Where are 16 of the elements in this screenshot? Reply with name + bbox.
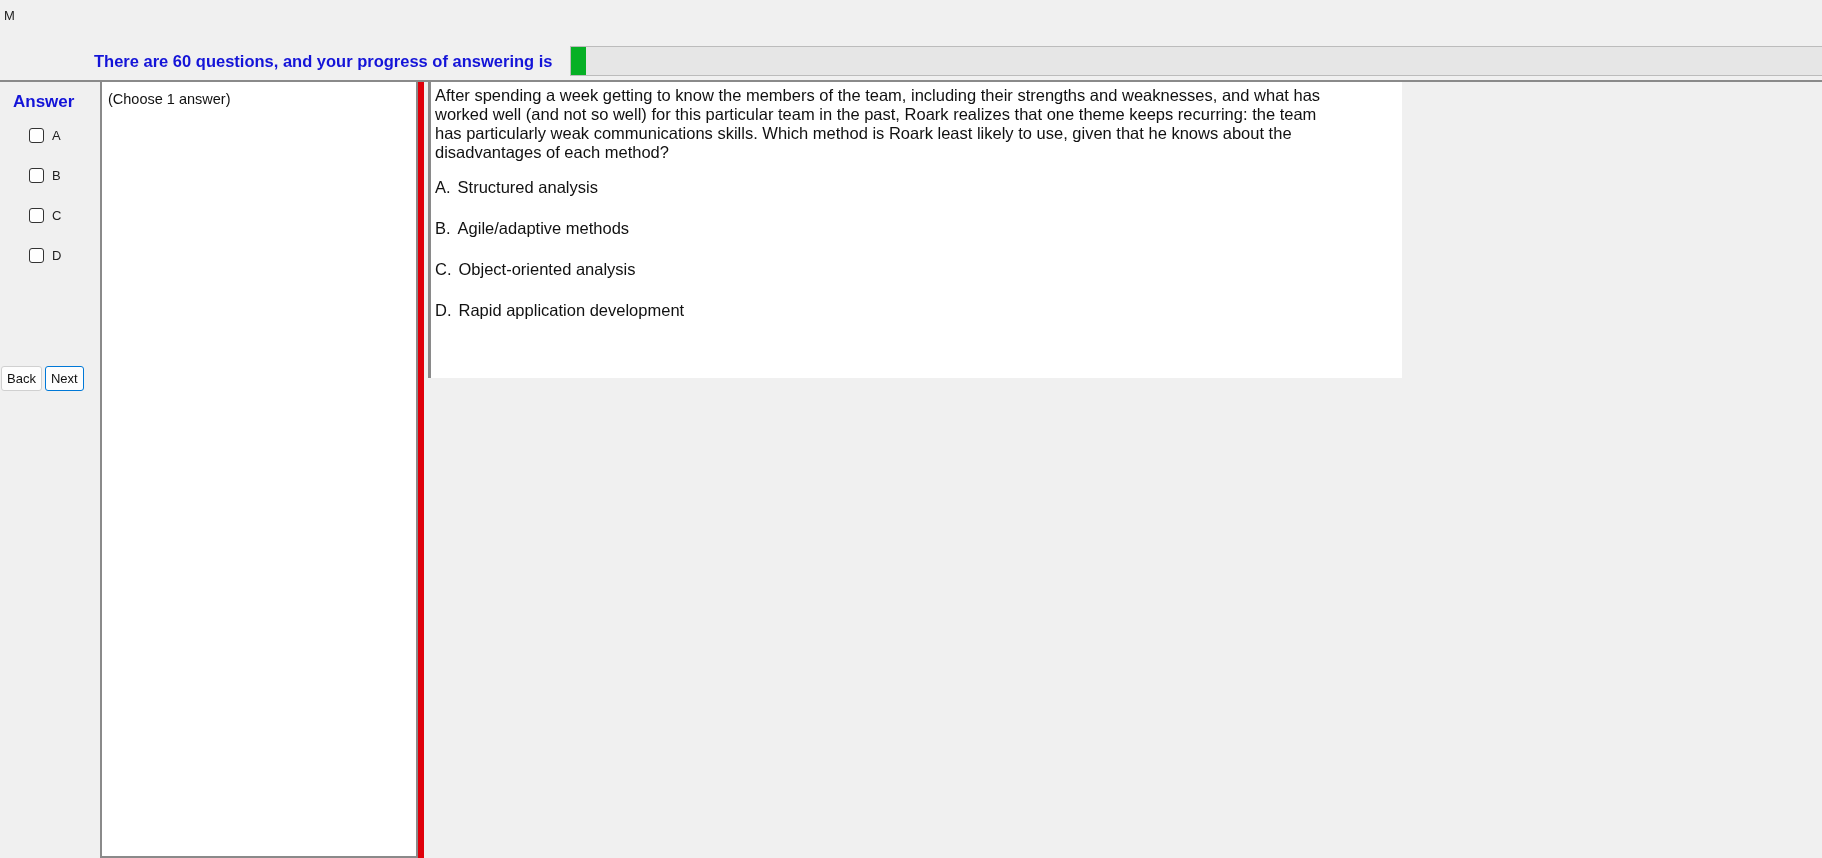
choice-text: D. Rapid application development xyxy=(435,301,686,320)
next-button[interactable]: Next xyxy=(44,366,84,391)
answer-checkbox[interactable]: C xyxy=(29,206,100,224)
answer-checkbox[interactable]: D xyxy=(29,246,100,264)
window-title: M xyxy=(4,8,15,23)
choice-text: B. Agile/adaptive methods xyxy=(435,219,631,238)
question-text: After spending a week getting to know the members of the team, including their strengths and weaknesses, and what has worked well (and not so well) for this particular team in the past, Roark realizes that one theme keeps recurring: the team has particularly weak communications skills. Which method is Roark least likely to use, given that he knows about the disadvantages of each method? xyxy=(435,86,1322,162)
choice-text: C. Object-oriented analysis xyxy=(435,260,637,279)
answer-checkbox[interactable]: B xyxy=(29,166,100,184)
instruction-text: (Choose 1 answer) xyxy=(108,91,231,107)
answer-checkbox[interactable]: A xyxy=(29,126,100,144)
progress-label: There are 60 questions, and your progress of answering is xyxy=(94,51,553,71)
choice-text: A. Structured analysis xyxy=(435,178,599,197)
back-button[interactable]: Back xyxy=(1,366,42,391)
splitter[interactable] xyxy=(418,82,424,858)
answer-heading: Answer xyxy=(13,92,76,112)
